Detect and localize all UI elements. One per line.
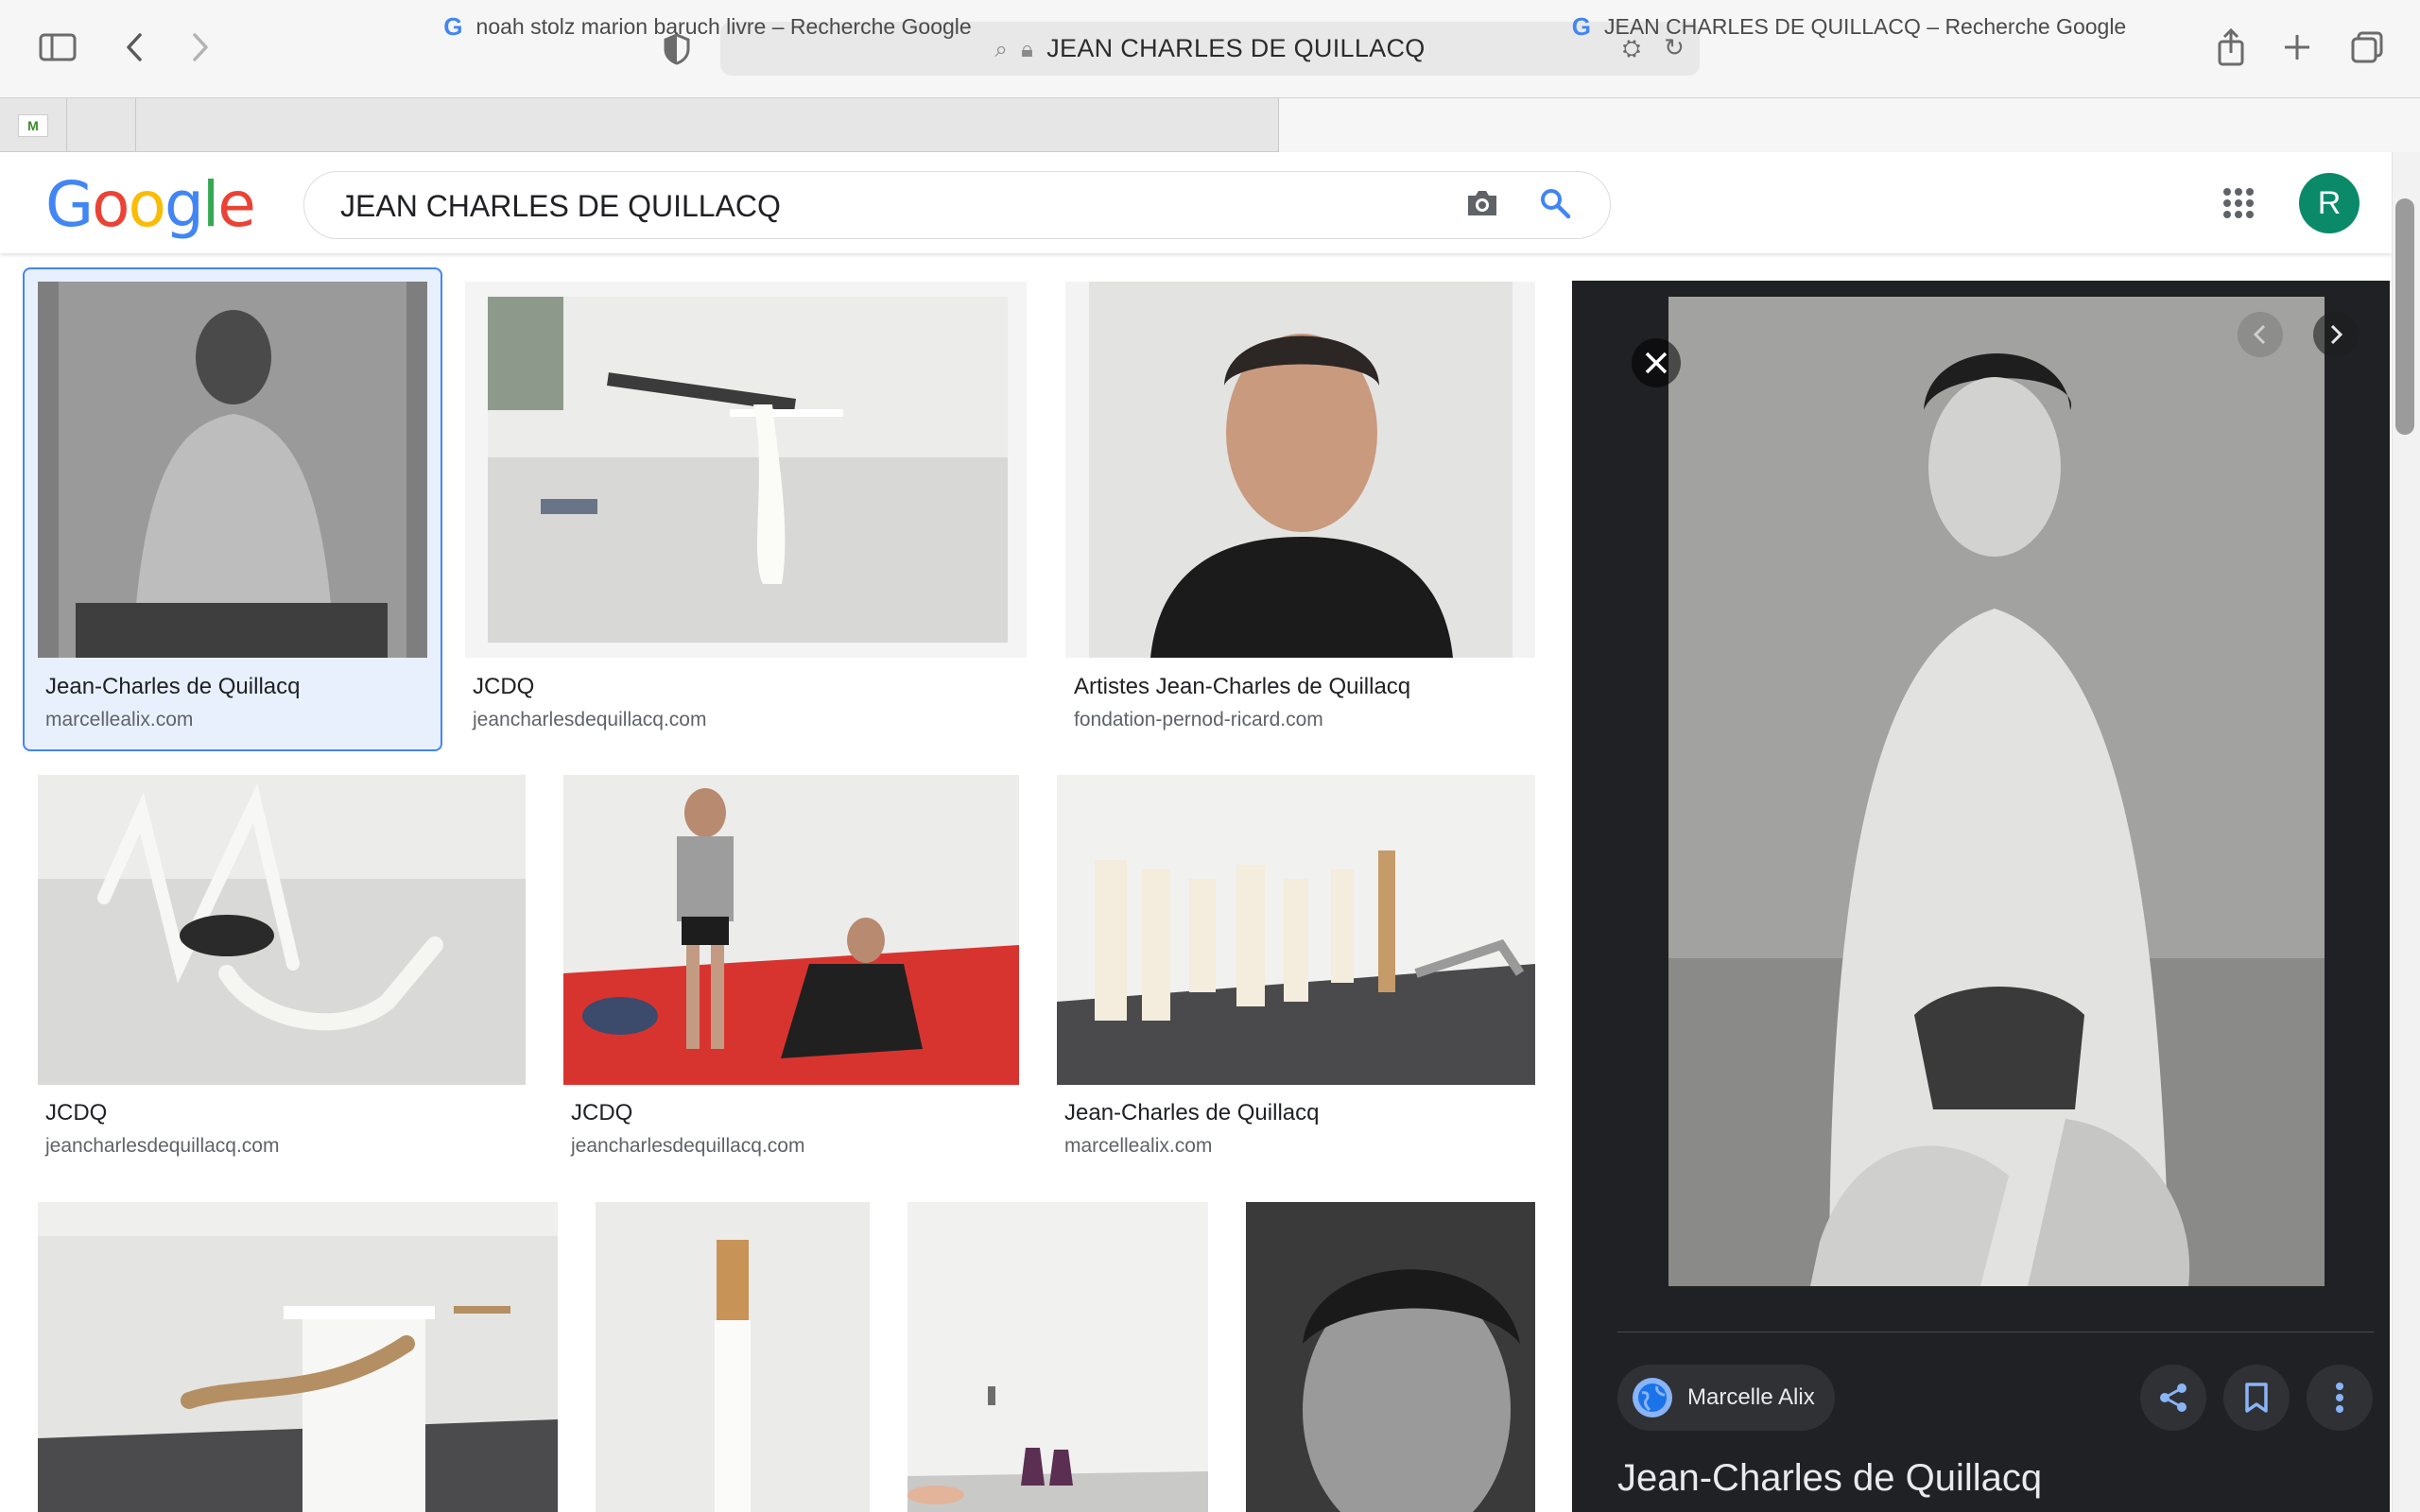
result-site: jeancharlesdequillacq.com <box>571 1135 805 1157</box>
next-image-icon[interactable] <box>2313 312 2359 357</box>
tab-label: JEAN CHARLES DE QUILLACQ – Recherche Goo… <box>1604 14 2127 39</box>
sidebar-toggle-icon[interactable] <box>36 28 79 66</box>
result-site: fondation-pernod-ricard.com <box>1074 709 1323 730</box>
result-image[interactable] <box>563 775 1019 1085</box>
tab-noah-stolz[interactable]: G noah stolz marion baruch livre – Reche… <box>136 0 1279 54</box>
prev-image-icon[interactable] <box>2238 312 2283 357</box>
preview-title[interactable]: Jean-Charles de Quillacq <box>1617 1457 2042 1500</box>
save-bookmark-button[interactable] <box>2223 1365 2290 1431</box>
result-image[interactable] <box>38 1202 558 1512</box>
result-site: marcellealix.com <box>1064 1135 1213 1157</box>
tab-label: noah stolz marion baruch livre – Recherc… <box>475 14 972 39</box>
google-favicon-icon: G <box>1571 12 1591 41</box>
logo-letter: G <box>45 168 94 241</box>
tab-divider <box>135 98 136 152</box>
google-favicon-icon: G <box>443 12 463 41</box>
result-image[interactable] <box>596 1202 870 1512</box>
camera-icon[interactable] <box>1464 187 1502 221</box>
pinned-tab[interactable]: M <box>0 98 66 152</box>
result-image[interactable] <box>38 775 526 1085</box>
result-title[interactable]: Artistes Jean-Charles de Quillacq <box>1074 674 1410 700</box>
logo-letter: o <box>92 168 130 241</box>
share-button[interactable] <box>2140 1365 2206 1431</box>
tab-jean-charles[interactable]: G JEAN CHARLES DE QUILLACQ – Recherche G… <box>1278 0 2420 54</box>
tab-divider <box>66 98 67 152</box>
result-title[interactable]: JCDQ <box>571 1100 632 1126</box>
result-title[interactable]: Jean-Charles de Quillacq <box>45 674 300 700</box>
result-title[interactable]: JCDQ <box>45 1100 107 1126</box>
source-chip[interactable]: Marcelle Alix <box>1617 1365 1835 1431</box>
result-site: marcellealix.com <box>45 709 194 730</box>
result-image[interactable] <box>1246 1202 1535 1512</box>
globe-icon <box>1633 1378 1672 1418</box>
result-image[interactable] <box>465 282 1027 658</box>
result-image[interactable] <box>1065 282 1535 658</box>
result-title[interactable]: JCDQ <box>473 674 534 700</box>
logo-letter: e <box>217 168 256 241</box>
active-tab-bg <box>1278 98 2420 152</box>
result-image[interactable] <box>908 1202 1208 1512</box>
search-query-text: JEAN CHARLES DE QUILLACQ <box>340 189 781 223</box>
result-site: jeancharlesdequillacq.com <box>45 1135 280 1157</box>
result-image[interactable] <box>38 282 427 658</box>
logo-letter: g <box>164 168 204 241</box>
source-name: Marcelle Alix <box>1687 1384 1815 1410</box>
google-logo[interactable]: Google <box>45 168 256 241</box>
logo-letter: l <box>201 168 219 241</box>
avatar[interactable]: R <box>2299 173 2360 233</box>
pinned-site-icon: M <box>18 113 48 137</box>
more-options-button[interactable] <box>2307 1365 2373 1431</box>
result-title[interactable]: Jean-Charles de Quillacq <box>1064 1100 1319 1126</box>
apps-grid-icon[interactable] <box>2221 186 2256 220</box>
close-icon[interactable] <box>1632 338 1681 387</box>
logo-letter: o <box>128 168 166 241</box>
result-site: jeancharlesdequillacq.com <box>473 709 707 730</box>
scrollbar-thumb[interactable] <box>2395 198 2414 435</box>
preview-image[interactable] <box>1668 297 2325 1286</box>
result-image[interactable] <box>1057 775 1535 1085</box>
search-icon[interactable] <box>1538 186 1576 224</box>
